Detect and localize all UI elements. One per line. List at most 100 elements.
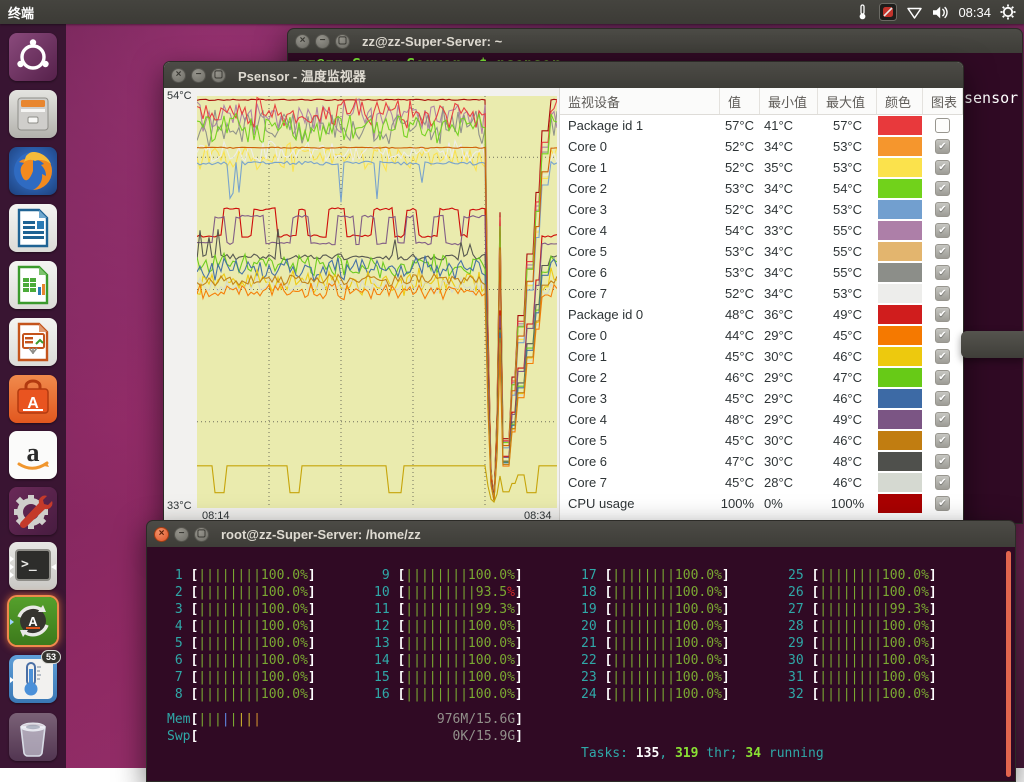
terminal-bg-titlebar[interactable]: × − ▢ zz@zz-Super-Server: ~ bbox=[288, 29, 1022, 53]
sensor-color-swatch[interactable] bbox=[878, 410, 922, 429]
sensor-row[interactable]: Core 752°C34°C53°C✔ bbox=[560, 283, 963, 304]
launcher-software-icon[interactable]: A bbox=[9, 375, 57, 423]
launcher-impress-icon[interactable] bbox=[9, 318, 57, 366]
launcher-settings-icon[interactable] bbox=[9, 487, 57, 535]
sensor-color-swatch[interactable] bbox=[878, 347, 922, 366]
graph-enabled-checkbox[interactable]: ✔ bbox=[935, 412, 950, 427]
sensor-row[interactable]: Core 653°C34°C55°C✔ bbox=[560, 262, 963, 283]
sensor-row[interactable]: Core 454°C33°C55°C✔ bbox=[560, 220, 963, 241]
minimize-icon[interactable]: − bbox=[191, 68, 206, 83]
htop-body[interactable]: 1 [||||||||100.0%]2 [||||||||100.0%]3 [|… bbox=[147, 547, 1015, 781]
sensor-color-swatch[interactable] bbox=[878, 158, 922, 177]
sensor-row[interactable]: Package id 048°C36°C49°C✔ bbox=[560, 304, 963, 325]
sensor-color-swatch[interactable] bbox=[878, 242, 922, 261]
sensor-row[interactable]: Core 647°C30°C48°C✔ bbox=[560, 451, 963, 472]
graph-enabled-checkbox[interactable] bbox=[935, 118, 950, 133]
graph-enabled-checkbox[interactable]: ✔ bbox=[935, 244, 950, 259]
sensor-row[interactable]: Core 152°C35°C53°C✔ bbox=[560, 157, 963, 178]
sensor-color-swatch[interactable] bbox=[878, 431, 922, 450]
graph-enabled-checkbox[interactable]: ✔ bbox=[935, 139, 950, 154]
launcher-trash-icon[interactable] bbox=[9, 713, 57, 761]
graph-enabled-checkbox[interactable]: ✔ bbox=[935, 223, 950, 238]
graph-enabled-checkbox[interactable]: ✔ bbox=[935, 160, 950, 175]
graph-enabled-checkbox[interactable]: ✔ bbox=[935, 307, 950, 322]
launcher-calc-icon[interactable] bbox=[9, 261, 57, 309]
sensor-color-swatch[interactable] bbox=[878, 452, 922, 471]
graph-enabled-checkbox[interactable]: ✔ bbox=[935, 433, 950, 448]
psensor-tray-icon[interactable] bbox=[879, 3, 897, 21]
graph-enabled-checkbox[interactable]: ✔ bbox=[935, 265, 950, 280]
close-icon[interactable]: × bbox=[171, 68, 186, 83]
launcher-psensor-icon[interactable]: 53 bbox=[9, 655, 57, 703]
col-color[interactable]: 颜色 bbox=[877, 88, 923, 114]
maximize-icon[interactable]: ▢ bbox=[194, 527, 209, 542]
sensor-row[interactable]: Core 052°C34°C53°C✔ bbox=[560, 136, 963, 157]
sensor-row[interactable]: Core 044°C29°C45°C✔ bbox=[560, 325, 963, 346]
launcher-dash-button[interactable] bbox=[9, 33, 57, 81]
graph-enabled-checkbox[interactable]: ✔ bbox=[935, 391, 950, 406]
sensor-row[interactable]: Core 448°C29°C49°C✔ bbox=[560, 409, 963, 430]
network-indicator-icon[interactable] bbox=[906, 5, 923, 20]
panel-clock[interactable]: 08:34 bbox=[958, 5, 991, 20]
launcher-files-icon[interactable] bbox=[9, 90, 57, 138]
col-device[interactable]: 监视设备 bbox=[560, 88, 720, 114]
sensor-color-swatch[interactable] bbox=[878, 494, 922, 513]
psensor-window[interactable]: × − ▢ Psensor - 温度监视器 54°C 33°C 08:14 08… bbox=[163, 61, 964, 540]
terminal-scrollbar[interactable] bbox=[1006, 551, 1011, 777]
sensor-color-swatch[interactable] bbox=[878, 200, 922, 219]
col-graph[interactable]: 图表 bbox=[923, 88, 963, 114]
graph-enabled-checkbox[interactable]: ✔ bbox=[935, 349, 950, 364]
sensor-color-swatch[interactable] bbox=[878, 179, 922, 198]
graph-enabled-checkbox[interactable]: ✔ bbox=[935, 454, 950, 469]
sensor-row[interactable]: Core 253°C34°C54°C✔ bbox=[560, 178, 963, 199]
sensor-color-swatch[interactable] bbox=[878, 326, 922, 345]
htop-window[interactable]: × − ▢ root@zz-Super-Server: /home/zz 1 [… bbox=[146, 520, 1016, 782]
hidden-window-titlebar-fragment[interactable] bbox=[961, 331, 1024, 358]
sensor-color-swatch[interactable] bbox=[878, 368, 922, 387]
sensor-row[interactable]: Core 145°C30°C46°C✔ bbox=[560, 346, 963, 367]
graph-enabled-checkbox[interactable]: ✔ bbox=[935, 286, 950, 301]
minimize-icon[interactable]: − bbox=[174, 527, 189, 542]
sensor-row[interactable]: Core 352°C34°C53°C✔ bbox=[560, 199, 963, 220]
launcher-updater-icon[interactable]: A bbox=[9, 597, 57, 645]
graph-enabled-checkbox[interactable]: ✔ bbox=[935, 370, 950, 385]
sensor-row[interactable]: Core 745°C28°C46°C✔ bbox=[560, 472, 963, 493]
col-value[interactable]: 值 bbox=[720, 88, 760, 114]
graph-enabled-checkbox[interactable]: ✔ bbox=[935, 496, 950, 511]
sensor-color-swatch[interactable] bbox=[878, 116, 922, 135]
htop-titlebar[interactable]: × − ▢ root@zz-Super-Server: /home/zz bbox=[147, 521, 1015, 547]
sensor-color-swatch[interactable] bbox=[878, 473, 922, 492]
sensor-row[interactable]: Core 553°C34°C55°C✔ bbox=[560, 241, 963, 262]
sensor-color-swatch[interactable] bbox=[878, 389, 922, 408]
sensor-row[interactable]: Package id 157°C41°C57°C bbox=[560, 115, 963, 136]
col-min[interactable]: 最小值 bbox=[760, 88, 818, 114]
sensor-row[interactable]: Core 246°C29°C47°C✔ bbox=[560, 367, 963, 388]
col-max[interactable]: 最大值 bbox=[818, 88, 877, 114]
graph-enabled-checkbox[interactable]: ✔ bbox=[935, 181, 950, 196]
session-gear-icon[interactable] bbox=[1000, 4, 1016, 20]
sensor-color-swatch[interactable] bbox=[878, 284, 922, 303]
sensor-row[interactable]: Core 545°C30°C46°C✔ bbox=[560, 430, 963, 451]
sensor-color-swatch[interactable] bbox=[878, 305, 922, 324]
sensor-table-header[interactable]: 监视设备 值 最小值 最大值 颜色 图表 bbox=[560, 88, 963, 115]
volume-indicator-icon[interactable] bbox=[932, 5, 949, 20]
psensor-titlebar[interactable]: × − ▢ Psensor - 温度监视器 bbox=[164, 62, 963, 88]
graph-enabled-checkbox[interactable]: ✔ bbox=[935, 202, 950, 217]
launcher-writer-icon[interactable] bbox=[9, 204, 57, 252]
graph-enabled-checkbox[interactable]: ✔ bbox=[935, 475, 950, 490]
sensor-row[interactable]: CPU usage100%0%100%✔ bbox=[560, 493, 963, 514]
maximize-icon[interactable]: ▢ bbox=[211, 68, 226, 83]
sensor-color-swatch[interactable] bbox=[878, 263, 922, 282]
launcher-amazon-icon[interactable]: a bbox=[9, 431, 57, 479]
sensor-color-swatch[interactable] bbox=[878, 221, 922, 240]
close-icon[interactable]: × bbox=[295, 34, 310, 49]
thermometer-indicator-icon[interactable] bbox=[855, 4, 870, 20]
minimize-icon[interactable]: − bbox=[315, 34, 330, 49]
close-icon[interactable]: × bbox=[154, 527, 169, 542]
sensor-color-swatch[interactable] bbox=[878, 137, 922, 156]
sensor-row[interactable]: Core 345°C29°C46°C✔ bbox=[560, 388, 963, 409]
maximize-icon[interactable]: ▢ bbox=[335, 34, 350, 49]
launcher-terminal-icon[interactable]: >_ bbox=[9, 542, 57, 590]
launcher-firefox-icon[interactable] bbox=[9, 147, 57, 195]
graph-enabled-checkbox[interactable]: ✔ bbox=[935, 328, 950, 343]
